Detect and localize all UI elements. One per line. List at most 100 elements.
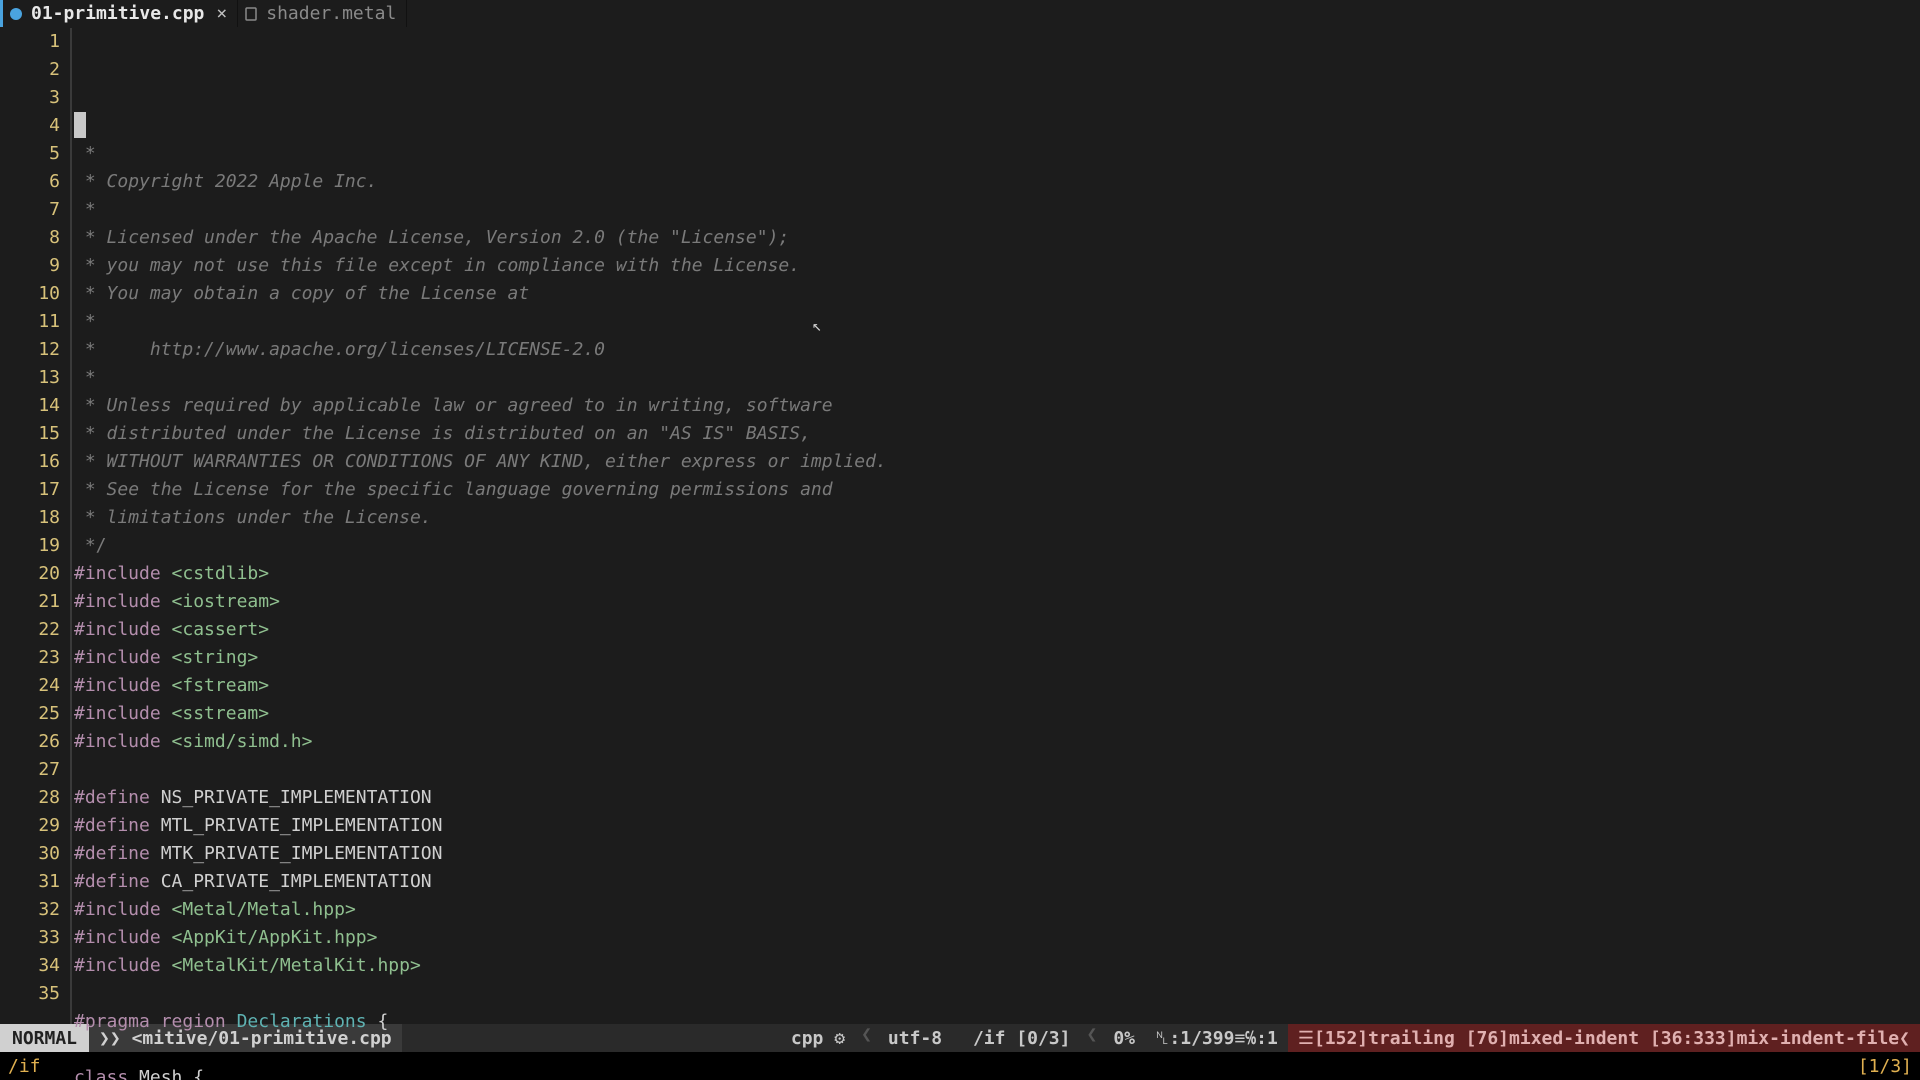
line-number: 19 — [0, 532, 60, 560]
file-icon — [244, 7, 258, 21]
code-line[interactable]: #define NS_PRIVATE_IMPLEMENTATION — [74, 784, 1920, 812]
code-line[interactable]: * — [74, 308, 1920, 336]
line-number: 33 — [0, 924, 60, 952]
code-line[interactable]: #pragma region Declarations { — [74, 1008, 1920, 1036]
code-token: distributed under the License is distrib… — [107, 423, 811, 444]
code-token: * — [74, 227, 107, 248]
line-number: 27 — [0, 756, 60, 784]
line-number: 15 — [0, 420, 60, 448]
code-line[interactable]: #include <cassert> — [74, 616, 1920, 644]
code-token: <AppKit/AppKit.hpp> — [172, 927, 378, 948]
code-token: #include — [74, 955, 172, 976]
line-number: 11 — [0, 308, 60, 336]
code-line[interactable]: class Mesh { — [74, 1064, 1920, 1080]
code-line[interactable]: #include <cstdlib> — [74, 560, 1920, 588]
code-token: #define — [74, 815, 161, 836]
code-line[interactable]: #define CA_PRIVATE_IMPLEMENTATION — [74, 868, 1920, 896]
code-line[interactable]: #include <string> — [74, 644, 1920, 672]
code-line[interactable]: * WITHOUT WARRANTIES OR CONDITIONS OF AN… — [74, 448, 1920, 476]
code-token: #include — [74, 703, 172, 724]
code-line[interactable]: * limitations under the License. — [74, 504, 1920, 532]
code-token: #include — [74, 647, 172, 668]
code-line[interactable]: #include <AppKit/AppKit.hpp> — [74, 924, 1920, 952]
tab-shader-metal[interactable]: shader.metal — [238, 0, 407, 27]
code-token: #define — [74, 843, 161, 864]
code-token: #define — [74, 871, 161, 892]
code-token: you may not use this file except in comp… — [107, 255, 801, 276]
code-token: CA_PRIVATE_IMPLEMENTATION — [161, 871, 432, 892]
line-number: 8 — [0, 224, 60, 252]
code-line[interactable]: #define MTL_PRIVATE_IMPLEMENTATION — [74, 812, 1920, 840]
tab-01-primitive[interactable]: 01-primitive.cpp × — [0, 0, 238, 27]
line-number: 20 — [0, 560, 60, 588]
code-line[interactable]: #include <sstream> — [74, 700, 1920, 728]
line-number: 9 — [0, 252, 60, 280]
line-number: 4 — [0, 112, 60, 140]
code-token: You may obtain a copy of the License at — [107, 283, 530, 304]
code-line[interactable]: * — [74, 112, 1920, 140]
code-token: MTL_PRIVATE_IMPLEMENTATION — [161, 815, 443, 836]
editor[interactable]: 1234567891011121314151617181920212223242… — [0, 28, 1920, 1024]
line-number: 2 — [0, 56, 60, 84]
code-token: <iostream> — [172, 591, 280, 612]
code-line[interactable]: * Copyright 2022 Apple Inc. — [74, 168, 1920, 196]
code-token: <sstream> — [172, 703, 270, 724]
line-number: 30 — [0, 840, 60, 868]
code-token: <string> — [172, 647, 259, 668]
line-number: 31 — [0, 868, 60, 896]
code-token: <cassert> — [172, 619, 270, 640]
code-line[interactable]: * See the License for the specific langu… — [74, 476, 1920, 504]
line-number: 5 — [0, 140, 60, 168]
code-line[interactable] — [74, 1036, 1920, 1064]
code-line[interactable]: * Unless required by applicable law or a… — [74, 392, 1920, 420]
cpp-file-icon — [9, 7, 23, 21]
code-area[interactable]: ↖ * * * Copyright 2022 Apple Inc. * * Li… — [72, 28, 1920, 1024]
code-line[interactable]: * You may obtain a copy of the License a… — [74, 280, 1920, 308]
code-line[interactable]: * — [74, 140, 1920, 168]
line-number: 25 — [0, 700, 60, 728]
code-line[interactable]: * — [74, 364, 1920, 392]
tab-label: 01-primitive.cpp — [31, 3, 204, 24]
code-line[interactable]: #include <MetalKit/MetalKit.hpp> — [74, 952, 1920, 980]
code-line[interactable]: #include <fstream> — [74, 672, 1920, 700]
code-token: * — [74, 479, 107, 500]
code-token: http://www.apache.org/licenses/LICENSE-2… — [150, 339, 605, 360]
line-number: 6 — [0, 168, 60, 196]
line-number: 26 — [0, 728, 60, 756]
code-line[interactable] — [74, 756, 1920, 784]
code-line[interactable]: #include <Metal/Metal.hpp> — [74, 896, 1920, 924]
code-token: #include — [74, 619, 172, 640]
code-token: See the License for the specific languag… — [107, 479, 833, 500]
code-line[interactable]: #include <simd/simd.h> — [74, 728, 1920, 756]
line-number: 3 — [0, 84, 60, 112]
tab-label: shader.metal — [266, 3, 396, 24]
search-query: /if — [8, 1056, 41, 1077]
code-line[interactable]: #include <iostream> — [74, 588, 1920, 616]
line-number: 35 — [0, 980, 60, 1008]
line-number: 23 — [0, 644, 60, 672]
code-token: #define — [74, 787, 161, 808]
line-number: 1 — [0, 28, 60, 56]
code-token: * — [74, 283, 107, 304]
code-line[interactable]: * — [74, 196, 1920, 224]
code-token: Mesh — [139, 1067, 193, 1080]
code-token: * — [74, 199, 96, 220]
code-token: #include — [74, 563, 172, 584]
code-token: region — [161, 1011, 237, 1032]
code-line[interactable]: * Licensed under the Apache License, Ver… — [74, 224, 1920, 252]
code-token: #include — [74, 927, 172, 948]
code-line[interactable]: * distributed under the License is distr… — [74, 420, 1920, 448]
code-line[interactable]: */ — [74, 532, 1920, 560]
line-number: 29 — [0, 812, 60, 840]
code-line[interactable]: #define MTK_PRIVATE_IMPLEMENTATION — [74, 840, 1920, 868]
line-number: 32 — [0, 896, 60, 924]
code-line[interactable]: * http://www.apache.org/licenses/LICENSE… — [74, 336, 1920, 364]
code-token: #include — [74, 675, 172, 696]
code-token: #include — [74, 731, 172, 752]
code-line[interactable] — [74, 980, 1920, 1008]
code-line[interactable]: * you may not use this file except in co… — [74, 252, 1920, 280]
close-icon[interactable]: × — [216, 3, 227, 24]
code-token: <Metal/Metal.hpp> — [172, 899, 356, 920]
code-token: * — [74, 255, 107, 276]
tab-bar: 01-primitive.cpp × shader.metal — [0, 0, 1920, 28]
